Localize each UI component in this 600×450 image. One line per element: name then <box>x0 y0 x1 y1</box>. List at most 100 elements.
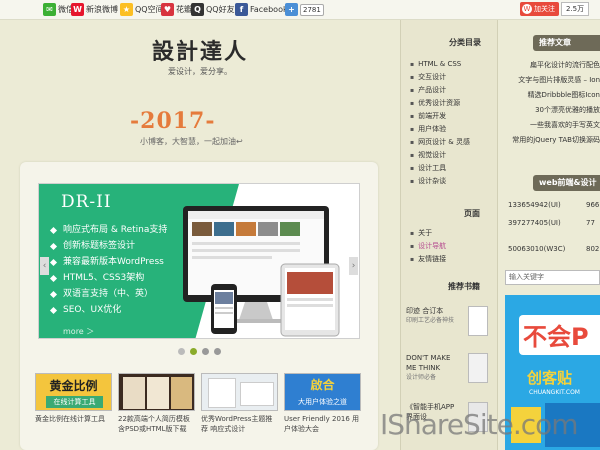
slider-feature-list: 响应式布局 & Retina支持 创新标题标签设计 兼容最新版本WordPres… <box>51 222 167 318</box>
categories-list: HTML & CSS 交互设计 产品设计 优秀设计资源 前端开发 用户体验 网页… <box>410 58 470 188</box>
recommended-link[interactable]: 精选Dribbble图标Icon <box>503 88 600 103</box>
category-link[interactable]: HTML & CSS <box>410 58 470 71</box>
share-weixin[interactable]: ✉ 微信 <box>43 3 74 16</box>
pages-list: 关于 设计导航 友情链接 <box>410 227 446 266</box>
slider-dot[interactable] <box>178 348 185 355</box>
thumb-image: 黄金比例 在线计算工具 <box>35 373 112 411</box>
share-facebook[interactable]: f Facebook <box>235 3 288 16</box>
slider-next-arrow[interactable]: › <box>349 257 358 275</box>
book-cover-image <box>468 306 488 336</box>
slider-feature: 兼容最新版本WordPress <box>51 254 167 270</box>
category-link[interactable]: 网页设计 & 灵感 <box>410 136 470 149</box>
share-weibo[interactable]: W 新浪微博 <box>71 3 118 16</box>
share-bar: ✉ 微信 W 新浪微博 ★ QQ空间 ♥ 花瓣 Q QQ好友 f Faceboo… <box>0 0 600 20</box>
device-mockup-image <box>183 206 340 337</box>
share-qq-label: QQ好友 <box>206 5 235 14</box>
ad-url: CHUANGKIT.COM <box>529 389 580 396</box>
year-title: -2017- <box>130 108 216 134</box>
slider-prev-arrow[interactable]: ‹ <box>40 257 49 275</box>
recommended-link[interactable]: 常用的jQuery TAB切换源码 <box>503 133 600 148</box>
thumb-caption[interactable]: 黄金比例在线计算工具 <box>35 414 112 424</box>
qzone-icon: ★ <box>120 3 133 16</box>
facebook-icon: f <box>235 3 248 16</box>
qq-group-number: 77 <box>586 219 595 227</box>
qq-group-number: 802 <box>586 245 600 253</box>
thumb-card[interactable]: 22款高端个人简历模板含PSD或HTML版下载 <box>118 373 195 434</box>
share-qzone[interactable]: ★ QQ空间 <box>120 3 164 16</box>
share-huaban[interactable]: ♥ 花瓣 <box>161 3 192 16</box>
category-link[interactable]: 视觉设计 <box>410 149 470 162</box>
qq-group-row: 133654942(UI) 966 <box>508 201 599 209</box>
thumb-image-title: 黄金比例 <box>49 379 98 393</box>
slider-title: DR-II <box>61 192 112 212</box>
search-input[interactable]: 输入关键字 <box>505 270 600 285</box>
qq-group-row: 397277405(UI) 77 <box>508 219 595 227</box>
recommended-heading: 推荐文章 <box>533 35 600 51</box>
slider-dot-active[interactable] <box>190 348 197 355</box>
slider-feature: 创新标题标签设计 <box>51 238 167 254</box>
category-link[interactable]: 设计工具 <box>410 162 470 175</box>
book-item[interactable]: DON'T MAKE ME THINK 设计师必备 <box>406 353 488 383</box>
page-link-about[interactable]: 关于 <box>410 227 446 240</box>
recommended-link[interactable]: 文字与图片排版灵感 – Ion <box>503 73 600 88</box>
qq-icon: Q <box>191 3 204 16</box>
qq-group-row: 50063010(W3C) 802 <box>508 245 599 253</box>
weixin-icon: ✉ <box>43 3 56 16</box>
recommended-list: 扁平化设计的流行配色 文字与图片排版灵感 – Ion 精选Dribbble图标I… <box>503 58 600 148</box>
slider-feature: 双语言支持（中、英） <box>51 286 167 302</box>
slider-dot[interactable] <box>202 348 209 355</box>
recommended-link[interactable]: 扁平化设计的流行配色 <box>503 58 600 73</box>
categories-heading: 分类目录 <box>449 38 481 47</box>
weibo-icon: W <box>71 3 84 16</box>
thumb-image <box>201 373 278 411</box>
weibo-icon: W <box>522 4 532 14</box>
category-link[interactable]: 优秀设计资源 <box>410 97 470 110</box>
share-qzone-label: QQ空间 <box>135 5 164 14</box>
recommended-link[interactable]: 30个漂亮优雅的播放 <box>503 103 600 118</box>
site-slogan: 爱设计，爱分享。 <box>168 67 232 76</box>
huaban-icon: ♥ <box>161 3 174 16</box>
category-link[interactable]: 用户体验 <box>410 123 470 136</box>
book-subtitle: 设计师必备 <box>406 374 437 381</box>
follow-label: 加关注 <box>534 5 555 13</box>
category-link[interactable]: 前端开发 <box>410 110 470 123</box>
thumb-card[interactable]: 黄金比例 在线计算工具 黄金比例在线计算工具 <box>35 373 112 434</box>
follow-button[interactable]: W 加关注 <box>520 2 559 16</box>
book-subtitle: 印刷工艺必备神技 <box>406 317 455 324</box>
share-more[interactable]: + 2781 <box>285 3 324 16</box>
thumb-caption[interactable]: 优秀WordPress主题推荐 响应式设计 <box>201 414 278 434</box>
books-heading: 推荐书籍 <box>448 282 480 291</box>
slider-feature: SEO、UX优化 <box>51 302 167 318</box>
book-title: DON'T MAKE ME THINK <box>406 354 451 372</box>
share-qq[interactable]: Q QQ好友 <box>191 3 235 16</box>
share-weibo-label: 新浪微博 <box>86 5 118 14</box>
book-item[interactable]: 印迹 合订本 印刷工艺必备神技 <box>406 306 488 336</box>
thumb-caption[interactable]: 22款高端个人简历模板含PSD或HTML版下载 <box>118 414 195 434</box>
category-link[interactable]: 交互设计 <box>410 71 470 84</box>
slider-feature: 响应式布局 & Retina支持 <box>51 222 167 238</box>
thumb-image-sub: 在线计算工具 <box>46 396 103 408</box>
slider-dot[interactable] <box>214 348 221 355</box>
ad-brand: 创客贴 <box>527 369 573 387</box>
plus-icon: + <box>285 3 298 16</box>
recommended-link[interactable]: 一些我喜欢的手写英文 <box>503 118 600 133</box>
thumb-caption[interactable]: User Friendly 2016 用户体验大会 <box>284 414 361 434</box>
qq-group-number: 133654942(UI) <box>508 201 561 209</box>
book-cover-image <box>468 353 488 383</box>
qq-group-number: 397277405(UI) <box>508 219 561 227</box>
year-subtitle: 小博客，大智慧，一起加油↩ <box>140 137 243 146</box>
thumb-image-sub: 大用户体验之道 <box>298 398 347 406</box>
featured-slider[interactable]: DR-II 响应式布局 & Retina支持 创新标题标签设计 兼容最新版本Wo… <box>38 183 360 339</box>
qq-group-number: 50063010(W3C) <box>508 245 566 253</box>
thumb-card[interactable]: 优秀WordPress主题推荐 响应式设计 <box>201 373 278 434</box>
share-huaban-label: 花瓣 <box>176 5 192 14</box>
page-link-nav[interactable]: 设计导航 <box>410 240 446 253</box>
page-link-friends[interactable]: 友情链接 <box>410 253 446 266</box>
slider-more-link[interactable]: more ＞ <box>63 326 94 337</box>
category-link[interactable]: 产品设计 <box>410 84 470 97</box>
share-facebook-label: Facebook <box>250 5 288 14</box>
thumb-card[interactable]: 啟合 大用户体验之道 User Friendly 2016 用户体验大会 <box>284 373 361 434</box>
pages-heading: 页面 <box>464 209 480 218</box>
site-logo[interactable]: 設計達人 <box>152 34 248 66</box>
category-link[interactable]: 设计杂谈 <box>410 175 470 188</box>
